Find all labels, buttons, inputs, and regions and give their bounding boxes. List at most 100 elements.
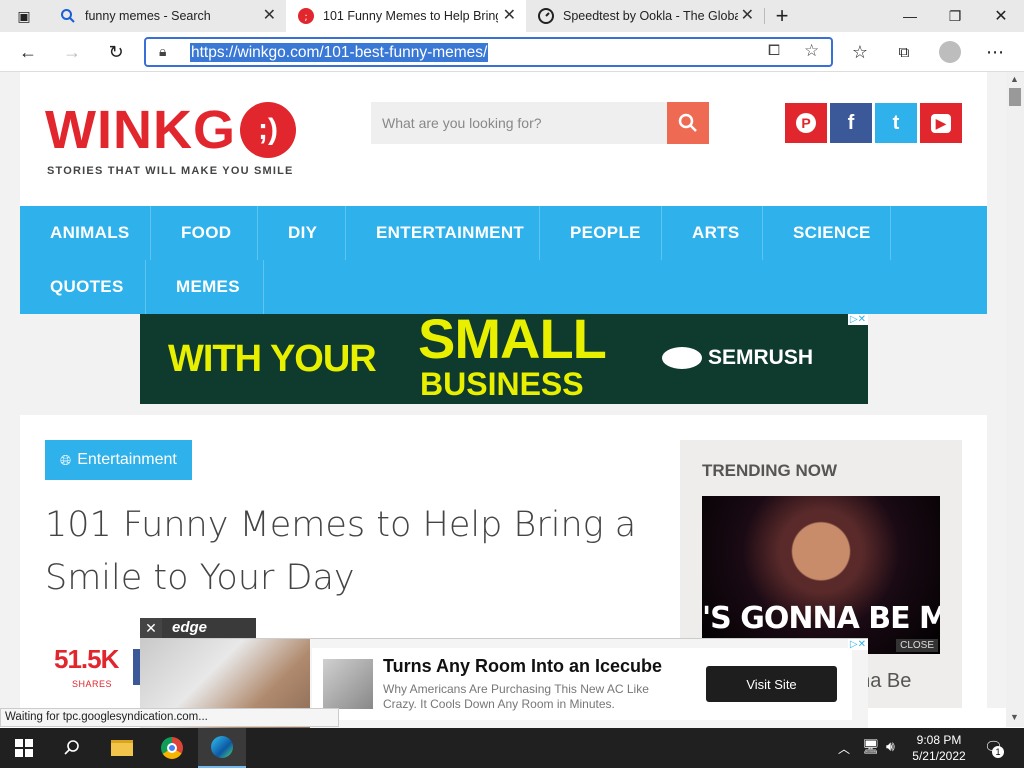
semrush-logo: SEMRUSH bbox=[662, 346, 813, 370]
semrush-brand: SEMRUSH bbox=[708, 346, 814, 369]
show-hidden-icons-icon[interactable]: ︿ bbox=[838, 740, 850, 757]
add-favorite-icon[interactable]: ☆ bbox=[804, 41, 819, 61]
favorites-icon[interactable]: ☆ bbox=[848, 40, 872, 64]
share-label: SHARES bbox=[72, 679, 113, 689]
nav-item-science[interactable]: SCIENCE bbox=[763, 206, 891, 260]
svg-text:;: ; bbox=[304, 12, 307, 23]
reader-view-icon[interactable]: ⧠ bbox=[768, 42, 780, 59]
search-icon bbox=[678, 113, 697, 132]
nav-item-quotes[interactable]: QUOTES bbox=[20, 260, 146, 314]
site-tagline: STORIES THAT WILL MAKE YOU SMILE bbox=[47, 165, 294, 177]
scroll-up-arrow[interactable]: ▲ bbox=[1010, 74, 1019, 84]
windows-icon bbox=[15, 739, 33, 757]
twitter-button[interactable]: t bbox=[875, 103, 917, 143]
article-title: 101 Funny Memes to Help Bring a Smile to… bbox=[45, 505, 637, 598]
clock-date: 5/21/2022 bbox=[912, 749, 966, 763]
pinterest-icon: P bbox=[796, 113, 816, 133]
trending-caption: 'S GONNA BE MA bbox=[702, 601, 940, 636]
start-button[interactable] bbox=[0, 728, 48, 768]
main-nav: ANIMALS FOOD DIY ENTERTAINMENT PEOPLE AR… bbox=[20, 206, 987, 314]
nav-label: DIY bbox=[288, 223, 318, 242]
scroll-thumb[interactable] bbox=[1009, 88, 1021, 106]
category-badge[interactable]: 🌐︎ Entertainment bbox=[45, 440, 192, 480]
nav-label: ARTS bbox=[692, 223, 740, 242]
visit-site-button[interactable]: Visit Site bbox=[706, 666, 837, 702]
share-count: 51.5K bbox=[54, 644, 119, 674]
clock[interactable]: 9:08 PM 5/21/2022 bbox=[908, 732, 970, 764]
nav-label: ANIMALS bbox=[50, 223, 130, 242]
nav-item-people[interactable]: PEOPLE bbox=[540, 206, 662, 260]
profile-avatar[interactable] bbox=[938, 40, 962, 64]
chrome-icon[interactable] bbox=[148, 728, 196, 768]
globe-icon: 🌐︎ bbox=[60, 451, 72, 468]
logo-wink-icon[interactable]: ;) bbox=[240, 102, 296, 158]
ad-text-line1: WITH YOUR bbox=[168, 338, 377, 380]
site-logo[interactable]: WINKG bbox=[45, 98, 236, 162]
taskbar-search-icon[interactable] bbox=[48, 728, 96, 768]
new-tab-icon[interactable]: + bbox=[770, 3, 794, 28]
nav-item-entertainment[interactable]: ENTERTAINMENT bbox=[346, 206, 540, 260]
file-explorer-icon[interactable] bbox=[98, 728, 146, 768]
close-button[interactable]: CLOSE bbox=[896, 639, 938, 652]
close-tab-icon[interactable]: ✕ bbox=[503, 8, 516, 24]
web-page: WINKG ;) STORIES THAT WILL MAKE YOU SMIL… bbox=[0, 72, 1006, 708]
collections-icon[interactable]: ⧉ bbox=[892, 40, 916, 64]
nav-item-animals[interactable]: ANIMALS bbox=[20, 206, 151, 260]
nav-label: FOOD bbox=[181, 223, 232, 242]
forward-icon[interactable]: → bbox=[60, 40, 84, 64]
refresh-icon[interactable]: ↻ bbox=[104, 40, 128, 64]
edge-icon[interactable] bbox=[198, 728, 246, 768]
nav-item-memes[interactable]: MEMES bbox=[146, 260, 264, 314]
category-label: Entertainment bbox=[77, 451, 177, 468]
pinterest-button[interactable]: P bbox=[785, 103, 827, 143]
close-ad-icon[interactable]: ✕ bbox=[140, 618, 162, 638]
tab-strip: ▣ funny memes - Search ✕ ; 101 Funny Mem… bbox=[0, 0, 1024, 32]
facebook-button[interactable]: f bbox=[830, 103, 872, 143]
restore-icon[interactable]: ❐ bbox=[943, 4, 967, 28]
ad-headline[interactable]: Turns Any Room Into an Icecube bbox=[383, 656, 662, 677]
ad-text-line3: BUSINESS bbox=[420, 366, 584, 402]
lock-icon[interactable]: 🔒︎ bbox=[159, 43, 166, 60]
tab-title: Speedtest by Ookla - The Global bbox=[563, 9, 738, 23]
twitter-icon: t bbox=[892, 111, 900, 134]
nav-item-arts[interactable]: ARTS bbox=[662, 206, 763, 260]
search-input[interactable]: What are you looking for? bbox=[371, 102, 668, 144]
close-window-icon[interactable]: ✕ bbox=[989, 4, 1013, 28]
tab-title: 101 Funny Memes to Help Bring bbox=[323, 9, 498, 23]
tab-speedtest[interactable]: Speedtest by Ookla - The Global ✕ bbox=[526, 0, 764, 32]
trending-heading: TRENDING NOW bbox=[702, 461, 838, 480]
notifications-icon[interactable]: 🗨︎1 bbox=[984, 738, 1004, 758]
search-placeholder: What are you looking for? bbox=[382, 115, 542, 131]
minimize-icon[interactable]: — bbox=[898, 4, 922, 28]
page-scrollbar[interactable]: ▲ ▼ bbox=[1006, 72, 1024, 727]
tab-search[interactable]: funny memes - Search ✕ bbox=[48, 0, 286, 32]
facebook-icon: f bbox=[847, 111, 855, 134]
ad-body: Why Americans Are Purchasing This New AC… bbox=[383, 682, 649, 711]
back-icon[interactable]: ← bbox=[16, 40, 40, 64]
search-button[interactable] bbox=[667, 102, 709, 144]
url-field[interactable]: 🔒︎ https://winkgo.com/101-best-funny-mem… bbox=[144, 37, 833, 67]
banner-ad-semrush[interactable]: WITH YOUR SMALL BUSINESS SEMRUSH ▷✕ bbox=[140, 314, 868, 404]
adchoices-icon[interactable]: ▷✕ bbox=[847, 314, 868, 325]
winkgo-favicon-icon: ; bbox=[298, 8, 314, 24]
close-tab-icon[interactable]: ✕ bbox=[263, 8, 276, 24]
semrush-flame-icon bbox=[662, 347, 702, 369]
close-tab-icon[interactable]: ✕ bbox=[741, 8, 754, 24]
ad-edge-tag: edge bbox=[162, 618, 256, 638]
speedtest-favicon-icon bbox=[538, 8, 554, 24]
volume-icon[interactable]: 🔊︎ bbox=[886, 738, 895, 755]
tab-title: funny memes - Search bbox=[85, 9, 211, 23]
network-icon[interactable]: 🖥︎ bbox=[862, 738, 880, 755]
tab-actions-icon[interactable]: ▣ bbox=[12, 4, 36, 28]
scroll-down-arrow[interactable]: ▼ bbox=[1010, 712, 1019, 722]
nav-item-diy[interactable]: DIY bbox=[258, 206, 346, 260]
youtube-button[interactable]: ▶ bbox=[920, 103, 962, 143]
site-header: WINKG ;) STORIES THAT WILL MAKE YOU SMIL… bbox=[20, 72, 987, 206]
adchoices-icon[interactable]: ▷✕ bbox=[847, 639, 868, 650]
nav-item-food[interactable]: FOOD bbox=[151, 206, 258, 260]
more-menu-icon[interactable]: ⋯ bbox=[983, 40, 1007, 64]
tab-divider bbox=[764, 8, 765, 24]
trending-image[interactable]: 'S GONNA BE MA CLOSE bbox=[702, 496, 940, 654]
tab-winkgo[interactable]: ; 101 Funny Memes to Help Bring ✕ bbox=[286, 0, 526, 32]
nav-label: MEMES bbox=[176, 277, 240, 296]
